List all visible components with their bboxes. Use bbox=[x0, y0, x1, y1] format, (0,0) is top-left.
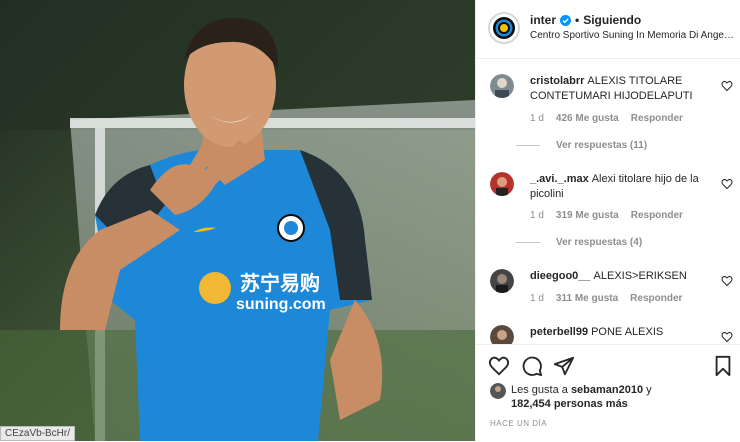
comment-meta: 1 d 311 Me gusta Responder bbox=[530, 293, 694, 304]
comment-meta: 1 d 319 Me gusta Responder bbox=[530, 210, 695, 221]
verified-icon bbox=[560, 14, 572, 26]
comment-meta: 1 d 426 Me gusta Responder bbox=[530, 113, 695, 124]
likes-count[interactable]: 182,454 personas más bbox=[511, 398, 628, 410]
comment-username[interactable]: peterbell99 bbox=[530, 326, 588, 338]
view-replies-button[interactable]: Ver respuestas (11) bbox=[516, 140, 647, 151]
heart-icon[interactable] bbox=[488, 355, 510, 377]
post-photo[interactable]: 苏宁易购 suning.com CEzaVb-BcHr/ bbox=[0, 0, 475, 441]
commenter-avatar[interactable] bbox=[490, 325, 514, 344]
post-location[interactable]: Centro Sportivo Suning In Memoria Di Ang… bbox=[530, 30, 735, 41]
comment-likes[interactable]: 319 Me gusta bbox=[556, 210, 619, 221]
player-photo-illustration: 苏宁易购 suning.com bbox=[0, 0, 475, 441]
comment-username[interactable]: _.avi._.max bbox=[530, 173, 589, 185]
share-icon[interactable] bbox=[553, 355, 575, 377]
liker-avatar[interactable] bbox=[490, 383, 506, 399]
comment-body: PONE ALEXIS bbox=[591, 326, 664, 338]
comment-time: 1 d bbox=[530, 210, 544, 221]
comment-heart-icon[interactable] bbox=[721, 331, 733, 343]
view-replies-label: Ver respuestas (11) bbox=[556, 140, 648, 151]
post-actions: Les gusta a sebaman2010 y 182,454 person… bbox=[476, 344, 740, 442]
view-replies-label: Ver respuestas (4) bbox=[556, 237, 643, 248]
comment-text-block: _.avi._.max Alexi titolare hijo de la pic… bbox=[530, 172, 710, 202]
post-side-panel: inter • Siguiendo Centro Sportivo Suning… bbox=[475, 0, 740, 441]
reply-button[interactable]: Responder bbox=[630, 293, 682, 304]
view-replies-button[interactable]: Ver respuestas (4) bbox=[516, 237, 642, 248]
comment-time: 1 d bbox=[530, 293, 544, 304]
sponsor-en-text: suning.com bbox=[236, 296, 326, 313]
comments-list[interactable]: cristolabrr ALEXIS TITOLARE CONTETUMARI H… bbox=[476, 59, 740, 344]
comment-heart-icon[interactable] bbox=[721, 178, 733, 190]
likes-prefix: Les gusta a bbox=[511, 384, 568, 396]
save-icon[interactable] bbox=[712, 355, 734, 377]
replies-line bbox=[516, 145, 540, 146]
post-header: inter • Siguiendo Centro Sportivo Suning… bbox=[476, 0, 740, 59]
comment-likes[interactable]: 426 Me gusta bbox=[556, 113, 619, 124]
commenter-avatar[interactable] bbox=[490, 74, 514, 98]
likes-summary: Les gusta a sebaman2010 y 182,454 person… bbox=[490, 383, 652, 411]
comment-text-block: peterbell99 PONE ALEXIS bbox=[530, 325, 710, 340]
reply-button[interactable]: Responder bbox=[631, 210, 683, 221]
comment-time: 1 d bbox=[530, 113, 544, 124]
comment-heart-icon[interactable] bbox=[721, 80, 733, 92]
commenter-avatar[interactable] bbox=[490, 172, 514, 196]
comment-icon[interactable] bbox=[521, 355, 543, 377]
inter-logo-icon bbox=[493, 17, 515, 39]
likes-text: Les gusta a sebaman2010 y 182,454 person… bbox=[511, 383, 652, 411]
comment-username[interactable]: dieegoo0__ bbox=[530, 270, 591, 282]
comment-username[interactable]: cristolabrr bbox=[530, 75, 584, 87]
reply-button[interactable]: Responder bbox=[631, 113, 683, 124]
post-username[interactable]: inter bbox=[530, 13, 556, 27]
comment-likes[interactable]: 311 Me gusta bbox=[556, 293, 618, 304]
separator-dot: • bbox=[575, 13, 580, 27]
inter-avatar[interactable] bbox=[488, 12, 520, 44]
likes-joiner: y bbox=[646, 384, 652, 396]
comment-body: ALEXIS>ERIKSEN bbox=[593, 270, 687, 282]
comment-text-block: dieegoo0__ ALEXIS>ERIKSEN bbox=[530, 269, 710, 284]
follow-button[interactable]: Siguiendo bbox=[583, 13, 641, 27]
comment-heart-icon[interactable] bbox=[721, 275, 733, 287]
image-url-tag: CEzaVb-BcHr/ bbox=[0, 426, 76, 441]
post-time-ago[interactable]: HACE UN DÍA bbox=[490, 419, 547, 428]
comment-text-block: cristolabrr ALEXIS TITOLARE CONTETUMARI H… bbox=[530, 74, 710, 104]
sponsor-cn-text: 苏宁易购 bbox=[240, 271, 320, 295]
liker-username[interactable]: sebaman2010 bbox=[571, 384, 643, 396]
commenter-avatar[interactable] bbox=[490, 269, 514, 293]
replies-line bbox=[516, 242, 540, 243]
